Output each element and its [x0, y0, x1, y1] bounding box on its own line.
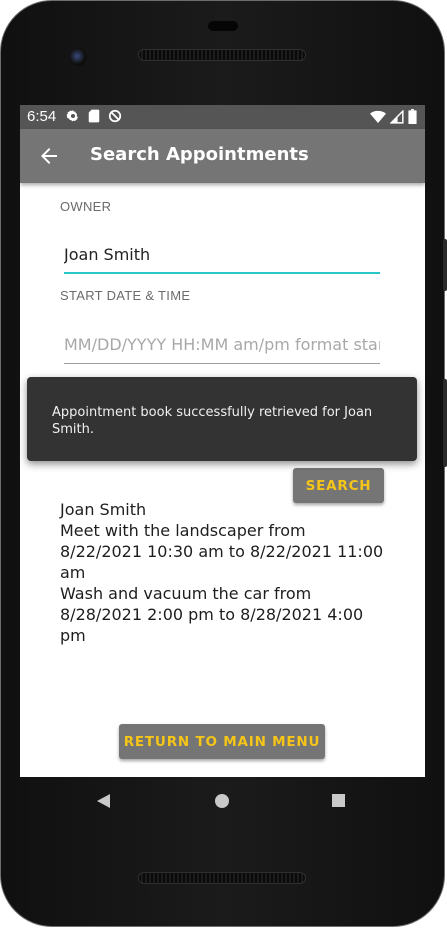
screen: 6:54 Search Appointments OWNER Joan Smit… — [20, 105, 425, 777]
status-bar: 6:54 — [20, 105, 425, 129]
bottom-speaker-grille — [138, 872, 306, 884]
appointment-item: Wash and vacuum the car from 8/28/2021 2… — [60, 584, 364, 645]
search-button[interactable]: SEARCH — [293, 468, 384, 503]
front-camera-icon — [69, 48, 87, 66]
top-speaker-grille — [138, 49, 306, 61]
status-time: 6:54 — [27, 108, 57, 125]
owner-label: OWNER — [60, 199, 112, 214]
toast-message: Appointment book successfully retrieved … — [27, 377, 417, 461]
nav-recents-icon[interactable] — [332, 794, 345, 807]
earpiece — [208, 21, 238, 31]
nav-home-icon[interactable] — [215, 794, 229, 808]
battery-icon — [408, 109, 417, 124]
wifi-icon — [370, 110, 386, 123]
settings-icon — [66, 110, 79, 122]
data-saver-icon — [108, 109, 122, 123]
volume-button — [443, 379, 447, 467]
start-date-time-input[interactable] — [64, 326, 380, 364]
navigation-bar — [20, 777, 425, 825]
sd-card-icon — [88, 109, 100, 123]
results-owner: Joan Smith — [60, 500, 147, 519]
owner-input[interactable] — [64, 236, 380, 274]
arrow-back-icon[interactable] — [37, 144, 61, 168]
nav-back-icon[interactable] — [97, 794, 110, 808]
return-to-main-menu-button[interactable]: RETURN TO MAIN MENU — [119, 724, 325, 759]
power-button — [443, 239, 447, 291]
page-title: Search Appointments — [90, 144, 309, 165]
search-results: Joan Smith Meet with the landscaper from… — [60, 499, 390, 646]
signal-icon — [390, 109, 404, 124]
app-bar: Search Appointments — [20, 129, 425, 183]
phone-frame: 6:54 Search Appointments OWNER Joan Smit… — [0, 0, 447, 927]
start-date-time-label: START DATE & TIME — [60, 288, 191, 303]
appointment-item: Meet with the landscaper from 8/22/2021 … — [60, 521, 384, 582]
